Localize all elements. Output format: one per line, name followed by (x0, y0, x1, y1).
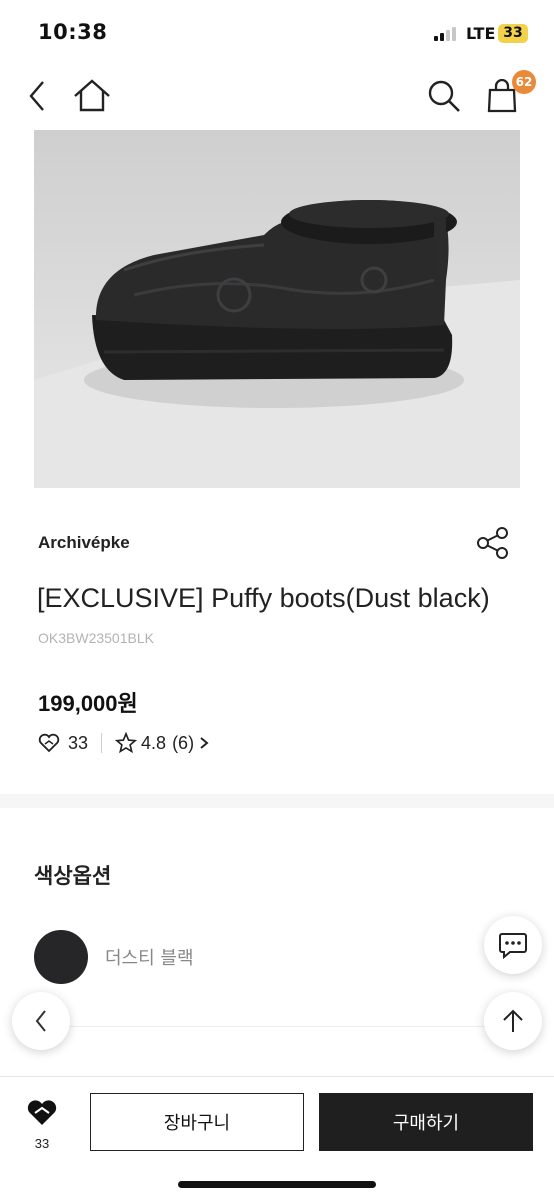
home-indicator (178, 1181, 376, 1188)
divider-line (60, 1026, 520, 1027)
product-code: OK3BW23501BLK (38, 630, 154, 646)
share-button[interactable] (474, 524, 512, 562)
meta-separator (101, 733, 103, 753)
heart-icon (38, 733, 60, 753)
cart-count-badge: 62 (512, 70, 536, 94)
network-type: LTE (466, 24, 496, 43)
cellular-signal-icon (434, 27, 460, 41)
battery-level: 33 (498, 24, 528, 43)
search-icon (428, 80, 460, 112)
boot-illustration (34, 200, 520, 488)
section-divider (0, 794, 554, 808)
share-icon (477, 527, 508, 559)
status-time: 10:38 (38, 20, 108, 44)
search-button[interactable] (424, 76, 464, 116)
star-icon (115, 732, 138, 754)
scroll-top-button[interactable] (484, 992, 542, 1050)
color-swatch-label[interactable]: 더스티 블랙 (105, 944, 194, 970)
brand-name[interactable]: Archivépke (38, 533, 130, 553)
chevron-right-icon (200, 737, 209, 749)
scroll-back-button[interactable] (12, 992, 70, 1050)
color-swatch[interactable] (34, 930, 88, 984)
product-meta-row: 33 4.8 (6) (38, 730, 209, 756)
likes-count: 33 (68, 732, 89, 753)
home-button[interactable] (72, 76, 112, 116)
color-option-title: 색상옵션 (34, 864, 112, 888)
product-title: [EXCLUSIVE] Puffy boots(Dust black) (37, 583, 490, 613)
rating-value: 4.8 (141, 732, 167, 753)
chevron-left-icon (35, 1010, 46, 1032)
arrow-up-icon (503, 1009, 523, 1032)
review-count: (6) (172, 732, 195, 753)
chat-icon (499, 933, 527, 959)
back-button[interactable] (18, 76, 58, 116)
like-button[interactable]: 33 (20, 1100, 64, 1151)
product-price: 199,000원 (38, 691, 138, 716)
status-bar: 10:38 LTE 33 (0, 0, 554, 66)
add-to-cart-button[interactable]: 장바구니 (90, 1093, 304, 1151)
back-icon (29, 81, 44, 111)
chat-button[interactable] (484, 916, 542, 974)
reviews-link[interactable]: 4.8 (6) (115, 732, 209, 754)
home-icon (74, 79, 110, 112)
top-nav-bar (0, 66, 554, 126)
product-image[interactable] (34, 130, 520, 488)
like-count: 33 (34, 1136, 50, 1151)
heart-icon (27, 1100, 57, 1125)
buy-now-button[interactable]: 구매하기 (319, 1093, 533, 1151)
